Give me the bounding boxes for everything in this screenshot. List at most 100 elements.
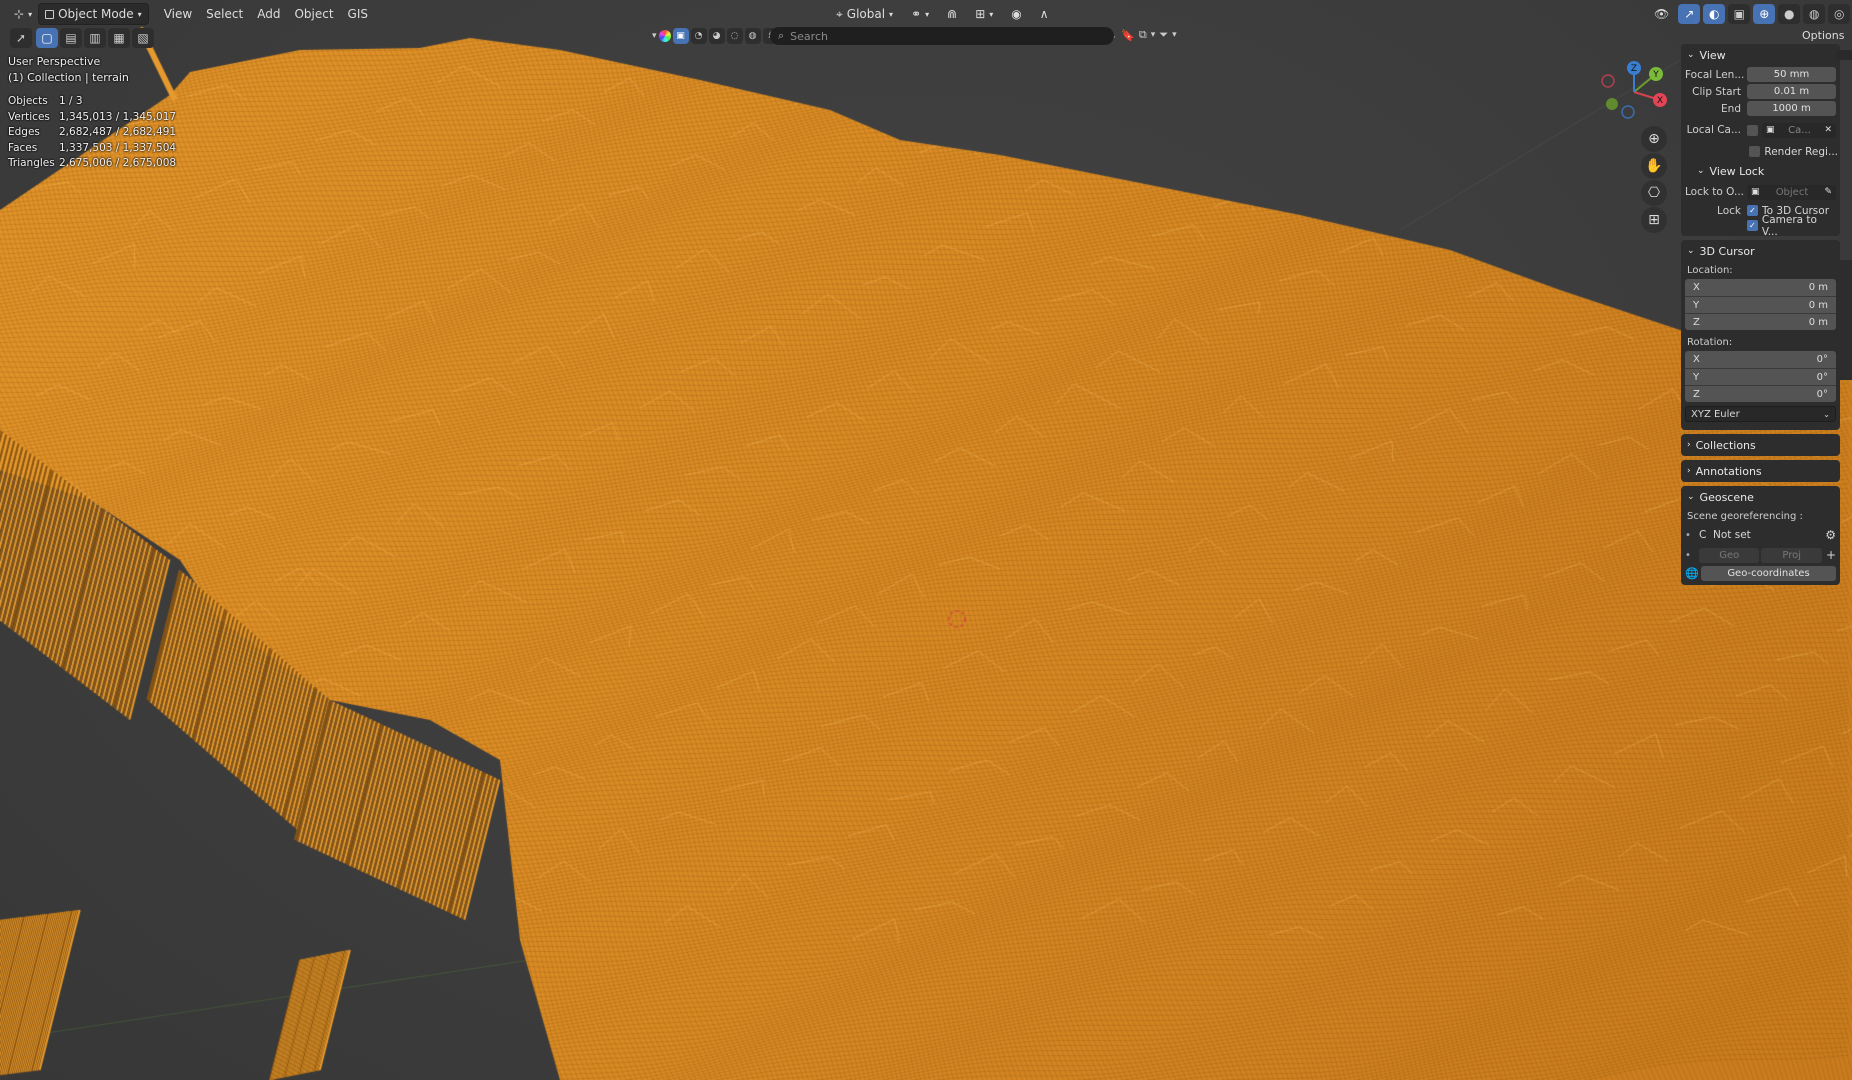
render-region-checkbox[interactable] <box>1749 146 1761 157</box>
zoom-button[interactable]: ⊕ <box>1641 126 1667 152</box>
cursor-rotation-y[interactable]: Y 0° <box>1685 368 1836 385</box>
cursor-location-z[interactable]: Z 0 m <box>1685 313 1836 330</box>
falloff-dropdown[interactable]: ∧ <box>1034 3 1055 25</box>
local-camera-label: Local Ca... <box>1686 124 1741 136</box>
axis-label: X <box>1693 354 1700 365</box>
mode-selector[interactable]: Object Mode ▾ <box>38 3 149 25</box>
cursor-location-y[interactable]: Y 0 m <box>1685 296 1836 313</box>
proportional-edit-toggle[interactable]: ◉ <box>1005 3 1027 25</box>
chevron-down-icon[interactable]: ▾ <box>1172 30 1177 40</box>
annotations-panel[interactable]: › Annotations <box>1681 460 1840 482</box>
gizmo-toggle[interactable]: ↗ <box>1678 4 1701 24</box>
render-region-label: Render Regi... <box>1764 145 1838 158</box>
layout-icon[interactable]: ⧉ <box>1139 28 1147 42</box>
filter-camera-button[interactable]: ◕ <box>708 28 725 44</box>
axis-value: 0° <box>1816 371 1828 383</box>
select-mode-extend[interactable]: ▤ <box>60 28 82 48</box>
filter-funnel-icon[interactable]: ⏷ <box>1159 28 1168 42</box>
menu-gis[interactable]: GIS <box>341 7 375 21</box>
filter-mesh-button[interactable]: ▣ <box>672 28 689 44</box>
editor-type-button[interactable]: ⊹ ▾ <box>8 3 38 25</box>
location-label: Location: <box>1687 265 1733 276</box>
terrain-wireframe[interactable] <box>0 0 1852 1080</box>
camera-to-view-checkbox[interactable]: ✓ <box>1746 220 1758 231</box>
eyedropper-icon[interactable]: ✎ <box>1824 187 1832 197</box>
filter-empty-button[interactable]: ◌ <box>726 28 743 44</box>
sidebar-tab-item[interactable] <box>1836 50 1852 60</box>
geoscene-panel-header[interactable]: ⌄ Geoscene <box>1681 486 1840 508</box>
shading-solid[interactable]: ● <box>1778 4 1801 24</box>
geo-button[interactable]: Geo <box>1699 547 1760 563</box>
3d-viewport[interactable] <box>0 0 1852 1080</box>
geo-coordinates-button[interactable]: Geo-coordinates <box>1701 565 1836 581</box>
select-mode-new[interactable]: ▢ <box>36 28 58 48</box>
proj-button[interactable]: Proj <box>1761 547 1822 563</box>
lock-to-object-field[interactable]: ▣ Object ✎ <box>1747 184 1836 200</box>
pan-button[interactable]: ✋ <box>1641 153 1667 179</box>
plus-icon[interactable]: + <box>1826 548 1836 562</box>
local-camera-field[interactable]: ▣ Ca... ✕ <box>1762 122 1836 138</box>
select-mode-subtract[interactable]: ▥ <box>84 28 106 48</box>
geoscene-title: Geoscene <box>1699 490 1754 504</box>
visibility-dropdown[interactable]: 👁 <box>1648 3 1675 25</box>
shading-rendered[interactable]: ◎ <box>1828 4 1851 24</box>
color-wheel-icon[interactable] <box>658 30 671 42</box>
proportional-icon: ◉ <box>1011 7 1022 21</box>
view-panel-header[interactable]: ⌄ View <box>1681 44 1840 66</box>
select-mode-invert[interactable]: ▦ <box>108 28 130 48</box>
shading-wireframe[interactable]: ⊕ <box>1753 4 1776 24</box>
pivot-icon: ⚭ <box>911 7 922 21</box>
neg-x-axis-handle[interactable] <box>1601 74 1615 88</box>
gear-icon[interactable]: ⚙ <box>1825 528 1836 542</box>
shading-material[interactable]: ◍ <box>1803 4 1826 24</box>
transform-orientation-dropdown[interactable]: ⌖ Global ▾ <box>830 3 899 25</box>
neg-z-axis-handle[interactable] <box>1621 105 1635 119</box>
close-icon[interactable]: ✕ <box>1824 125 1832 135</box>
chevron-down-icon[interactable]: ▾ <box>1151 30 1156 40</box>
collections-panel-header[interactable]: › Collections <box>1681 434 1840 456</box>
collections-panel[interactable]: › Collections <box>1681 434 1840 456</box>
options-button[interactable]: Options <box>1802 29 1844 42</box>
search-input[interactable]: ⌕ Search <box>770 27 1114 45</box>
ortho-toggle-button[interactable]: ⊞ <box>1641 207 1667 233</box>
axis-label: X <box>1693 282 1700 293</box>
cursor-rotation-x[interactable]: X 0° <box>1685 351 1836 368</box>
snap-target-dropdown[interactable]: ⊞ ▾ <box>969 3 999 25</box>
rotation-mode-dropdown[interactable]: XYZ Euler ⌄ <box>1685 406 1836 422</box>
neg-y-axis-handle[interactable] <box>1606 98 1618 110</box>
select-mode-intersect[interactable]: ▧ <box>132 28 154 48</box>
sidebar-tab-view[interactable] <box>1836 260 1852 380</box>
clip-start-field[interactable]: 0.01 m <box>1747 84 1836 99</box>
cursor-location-x[interactable]: X 0 m <box>1685 279 1836 296</box>
annotations-panel-header[interactable]: › Annotations <box>1681 460 1840 482</box>
overlays-icon: ◐ <box>1708 7 1720 21</box>
stat-value: 1,345,013 / 1,345,017 <box>59 110 177 123</box>
snap-toggle[interactable]: ⋒ <box>941 3 963 25</box>
cursor-rotation-z[interactable]: Z 0° <box>1685 385 1836 402</box>
overlays-toggle[interactable]: ◐ <box>1703 4 1726 24</box>
lock-to-cursor-checkbox[interactable]: ✓ <box>1747 205 1758 216</box>
pivot-point-dropdown[interactable]: ⚭ ▾ <box>905 3 935 25</box>
clip-end-field[interactable]: 1000 m <box>1747 101 1836 116</box>
menu-object[interactable]: Object <box>287 7 340 21</box>
filter-light-button[interactable]: ◔ <box>690 28 707 44</box>
menu-view[interactable]: View <box>157 7 199 21</box>
view-panel-title: View <box>1699 48 1726 62</box>
chevron-down-icon[interactable]: ▾ <box>652 31 657 41</box>
xray-toggle[interactable]: ▣ <box>1728 4 1751 24</box>
focal-length-field[interactable]: 50 mm <box>1747 67 1836 82</box>
filter-other-button[interactable]: ◍ <box>744 28 761 44</box>
select-tool-button[interactable]: ➚ <box>10 28 32 48</box>
navigation-gizmo[interactable]: Z Y X <box>1598 56 1670 128</box>
cursor-panel-header[interactable]: ⌄ 3D Cursor <box>1681 240 1840 262</box>
local-camera-checkbox[interactable] <box>1747 124 1758 136</box>
menu-add[interactable]: Add <box>250 7 287 21</box>
menu-select[interactable]: Select <box>199 7 250 21</box>
stat-row: Vertices 1,345,013 / 1,345,017 <box>8 110 176 126</box>
collections-title: Collections <box>1695 438 1756 452</box>
bookmark-icon[interactable]: 🔖 <box>1121 29 1135 42</box>
view-lock-header[interactable]: ⌄ View Lock <box>1681 160 1840 182</box>
axis-label: Z <box>1693 316 1700 328</box>
lock-to-object-label: Lock to O... <box>1685 186 1745 198</box>
camera-view-button[interactable]: ⎔ <box>1641 180 1667 206</box>
